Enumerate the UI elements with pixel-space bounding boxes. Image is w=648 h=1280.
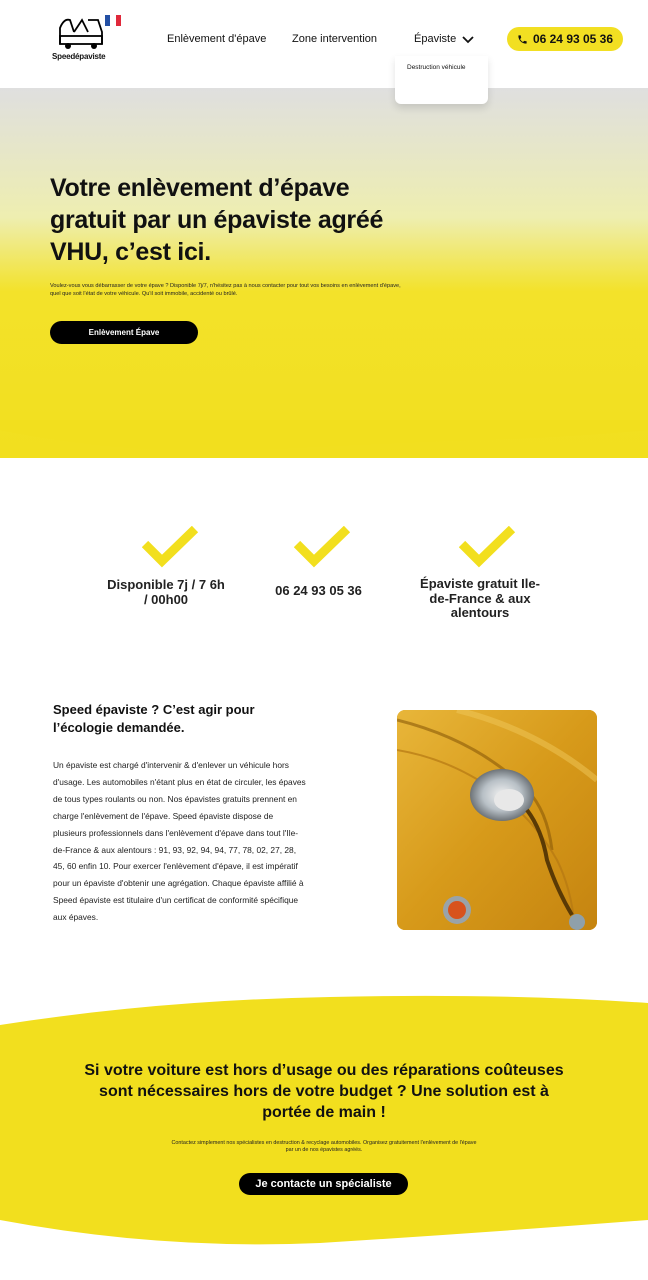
check-icon (294, 526, 350, 568)
site-header: Speedépaviste Enlèvement d'épave Zone in… (0, 0, 648, 88)
tow-truck-icon (59, 18, 103, 49)
about-title: Speed épaviste ? C’est agir pour l’écolo… (53, 702, 255, 735)
car-photo (397, 710, 597, 930)
contact-specialist-button[interactable]: Je contacte un spécialiste (239, 1173, 408, 1195)
phone-button[interactable]: 06 24 93 05 36 (507, 27, 623, 51)
feature-free-service: Épaviste gratuit Ile-de-France & aux ale… (420, 576, 540, 620)
logo-text: Speedépaviste (52, 52, 106, 61)
cta-title: Si votre voiture est hors d’usage ou des… (84, 1062, 564, 1121)
phone-icon (518, 34, 527, 44)
nav-enlevement-epave[interactable]: Enlèvement d'épave (167, 33, 266, 45)
phone-number: 06 24 93 05 36 (532, 32, 614, 46)
epaviste-dropdown-menu: Destruction véhicule (395, 56, 488, 104)
nav-epaviste[interactable]: Épaviste (414, 33, 456, 45)
hero-wave (0, 420, 648, 451)
car-detail-image (397, 710, 597, 930)
feature-availability: Disponible 7j / 7 6h / 00h00 (107, 577, 225, 607)
french-flag-icon[interactable] (105, 15, 121, 26)
hero-description: Voulez-vous vous débarrasser de votre ép… (50, 283, 401, 297)
check-icon (459, 526, 515, 568)
cta-description: Contactez simplement nos spécialistes en… (171, 1140, 477, 1154)
enlevement-epave-button[interactable]: Enlèvement Épave (50, 321, 198, 344)
hero-title: Votre enlèvement d’épave gratuit par un … (50, 174, 384, 266)
feature-phone: 06 24 93 05 36 (275, 583, 362, 598)
dropdown-item-destruction-vehicule[interactable]: Destruction véhicule (407, 64, 466, 71)
check-icon (142, 526, 198, 568)
about-text: Un épaviste est chargé d'intervenir & d'… (53, 760, 306, 923)
chevron-down-icon[interactable] (462, 36, 474, 44)
nav-zone-intervention[interactable]: Zone intervention (292, 33, 377, 45)
hero-section (0, 88, 648, 458)
